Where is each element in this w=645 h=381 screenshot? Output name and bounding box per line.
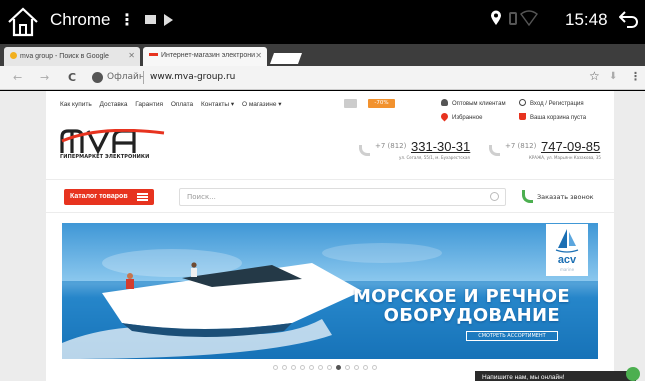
slider-dot[interactable] [273,365,278,370]
promo-badge[interactable]: -70% [368,99,395,108]
tab-strip: mva group - Поиск в Google ✕ Интернет-ма… [0,44,645,66]
hero-banner[interactable]: acv marine МОРСКОЕ И РЕЧНОЕ ОБОРУДОВАНИЕ… [62,223,598,359]
favorites-link[interactable]: Избранное [439,111,483,122]
top-navigation: Как купить Доставка Гарантия Оплата Конт… [60,100,288,108]
slider-dot[interactable] [309,365,314,370]
slider-dot[interactable] [318,365,323,370]
slider-dot[interactable] [336,365,341,370]
sail-icon [555,229,579,253]
banner-title-line2: ОБОРУДОВАНИЕ [383,305,560,326]
brand-subtitle: marine [559,267,575,272]
search-icon[interactable] [490,192,499,201]
url-divider [143,71,144,84]
wifi-icon [520,10,538,26]
cart-link[interactable]: Ваша корзина пуста [519,113,586,121]
slider-dot[interactable] [300,365,305,370]
play-icon [164,14,173,26]
chat-label: Напишите нам, мы онлайн! [482,374,565,381]
offline-icon [92,72,103,83]
slider-dot[interactable] [372,365,377,370]
home-icon[interactable] [6,6,40,38]
search-row: Каталог товаров Поиск... Заказать звонок [46,179,614,213]
phone-icon [359,145,370,156]
nav-how-to-buy[interactable]: Как купить [60,101,92,108]
close-tab-icon[interactable]: ✕ [128,51,135,60]
callback-phone-icon [522,190,533,203]
wholesale-label: Оптовым клиентам [452,101,506,107]
tab-google-search[interactable]: mva group - Поиск в Google ✕ [4,47,140,66]
slider-dot[interactable] [363,365,368,370]
page-content: Как купить Доставка Гарантия Оплата Конт… [46,91,614,381]
key-icon [519,99,526,106]
browser-toolbar: ← → C Офлайн www.mva-group.ru ☆ ⬇ ⋮ [0,66,645,90]
slider-dot[interactable] [327,365,332,370]
download-icon[interactable]: ⬇ [609,71,617,82]
location-icon [491,10,501,25]
login-link[interactable]: Вход / Регистрация [519,99,584,107]
back-icon[interactable] [619,10,639,28]
phone-address: ул. Сегаля, 55/1, м. Бухарестская [399,155,470,160]
slider-dot[interactable] [291,365,296,370]
tab-title: Интернет-магазин электрони [161,52,256,59]
brand-logo: acv marine [546,224,588,276]
app-menu-icon[interactable]: ⋮ [119,10,135,29]
slider-dot[interactable] [282,365,287,370]
search-placeholder: Поиск... [187,193,216,201]
banner-cta-button[interactable]: СМОТРЕТЬ АССОРТИМЕНТ [466,331,558,341]
mva-favicon-icon [149,53,158,56]
favorites-label: Избранное [452,115,483,121]
nav-about[interactable]: О магазине ▾ [242,101,282,108]
brand-name: acv [557,254,577,266]
phone-number[interactable]: 747-09-85 [541,139,600,154]
phone-address: КРАЖА, ул. Марьянн Казакова, 35 [529,155,601,160]
status-bar: Chrome ⋮ 15:48 [0,0,645,44]
tab-mva-store[interactable]: Интернет-магазин электрони ✕ [143,47,267,66]
web-page: Как купить Доставка Гарантия Оплата Конт… [0,91,645,381]
catalog-label: Каталог товаров [70,193,128,200]
nav-payment[interactable]: Оплата [171,101,193,108]
clock: 15:48 [565,10,608,29]
phone-prefix: +7 (812) [505,142,537,150]
url-field[interactable]: www.mva-group.ru [150,72,235,82]
offline-status: Офлайн [107,72,145,82]
cart-icon [519,113,526,120]
media-icon [145,15,156,24]
search-input[interactable]: Поиск... [179,188,506,206]
logo-tagline: ГИПЕРМАРКЕТ ЭЛЕКТРОНИКИ [60,154,150,160]
sim-icon [509,12,517,25]
mva-logo[interactable] [60,129,168,155]
wholesale-link[interactable]: Оптовым клиентам [441,99,506,107]
login-label: Вход / Регистрация [530,101,584,107]
tab-title: mva group - Поиск в Google [20,53,109,60]
app-title: Chrome [50,10,111,29]
bookmark-star-icon[interactable]: ☆ [589,69,600,83]
slider-dot[interactable] [345,365,350,370]
forward-arrow-icon[interactable]: → [40,71,49,84]
phone-icon [489,145,500,156]
phone-prefix: +7 (812) [375,142,407,150]
new-tab-button[interactable] [269,53,303,64]
catalog-button[interactable]: Каталог товаров [64,189,154,205]
back-arrow-icon[interactable]: ← [13,71,22,84]
google-favicon-icon [10,52,17,59]
user-icon [441,99,448,106]
cart-label: Ваша корзина пуста [530,115,587,121]
chat-widget[interactable]: Напишите нам, мы онлайн! [475,371,636,381]
slider-dot[interactable] [354,365,359,370]
nav-contacts[interactable]: Контакты ▾ [201,101,234,108]
browser-menu-icon[interactable]: ⋮ [630,70,641,83]
callback-link[interactable]: Заказать звонок [537,193,594,201]
mail-icon[interactable] [344,99,357,108]
phone-number[interactable]: 331-30-31 [411,139,470,154]
nav-warranty[interactable]: Гарантия [135,101,163,108]
chat-bubble-icon[interactable] [626,367,640,381]
reload-icon[interactable]: C [68,71,76,84]
hamburger-icon [137,193,148,201]
close-tab-icon[interactable]: ✕ [255,51,262,60]
heart-icon [439,111,450,122]
banner-title-line1: МОРСКОЕ И РЕЧНОЕ [352,286,570,307]
nav-delivery[interactable]: Доставка [100,101,128,108]
